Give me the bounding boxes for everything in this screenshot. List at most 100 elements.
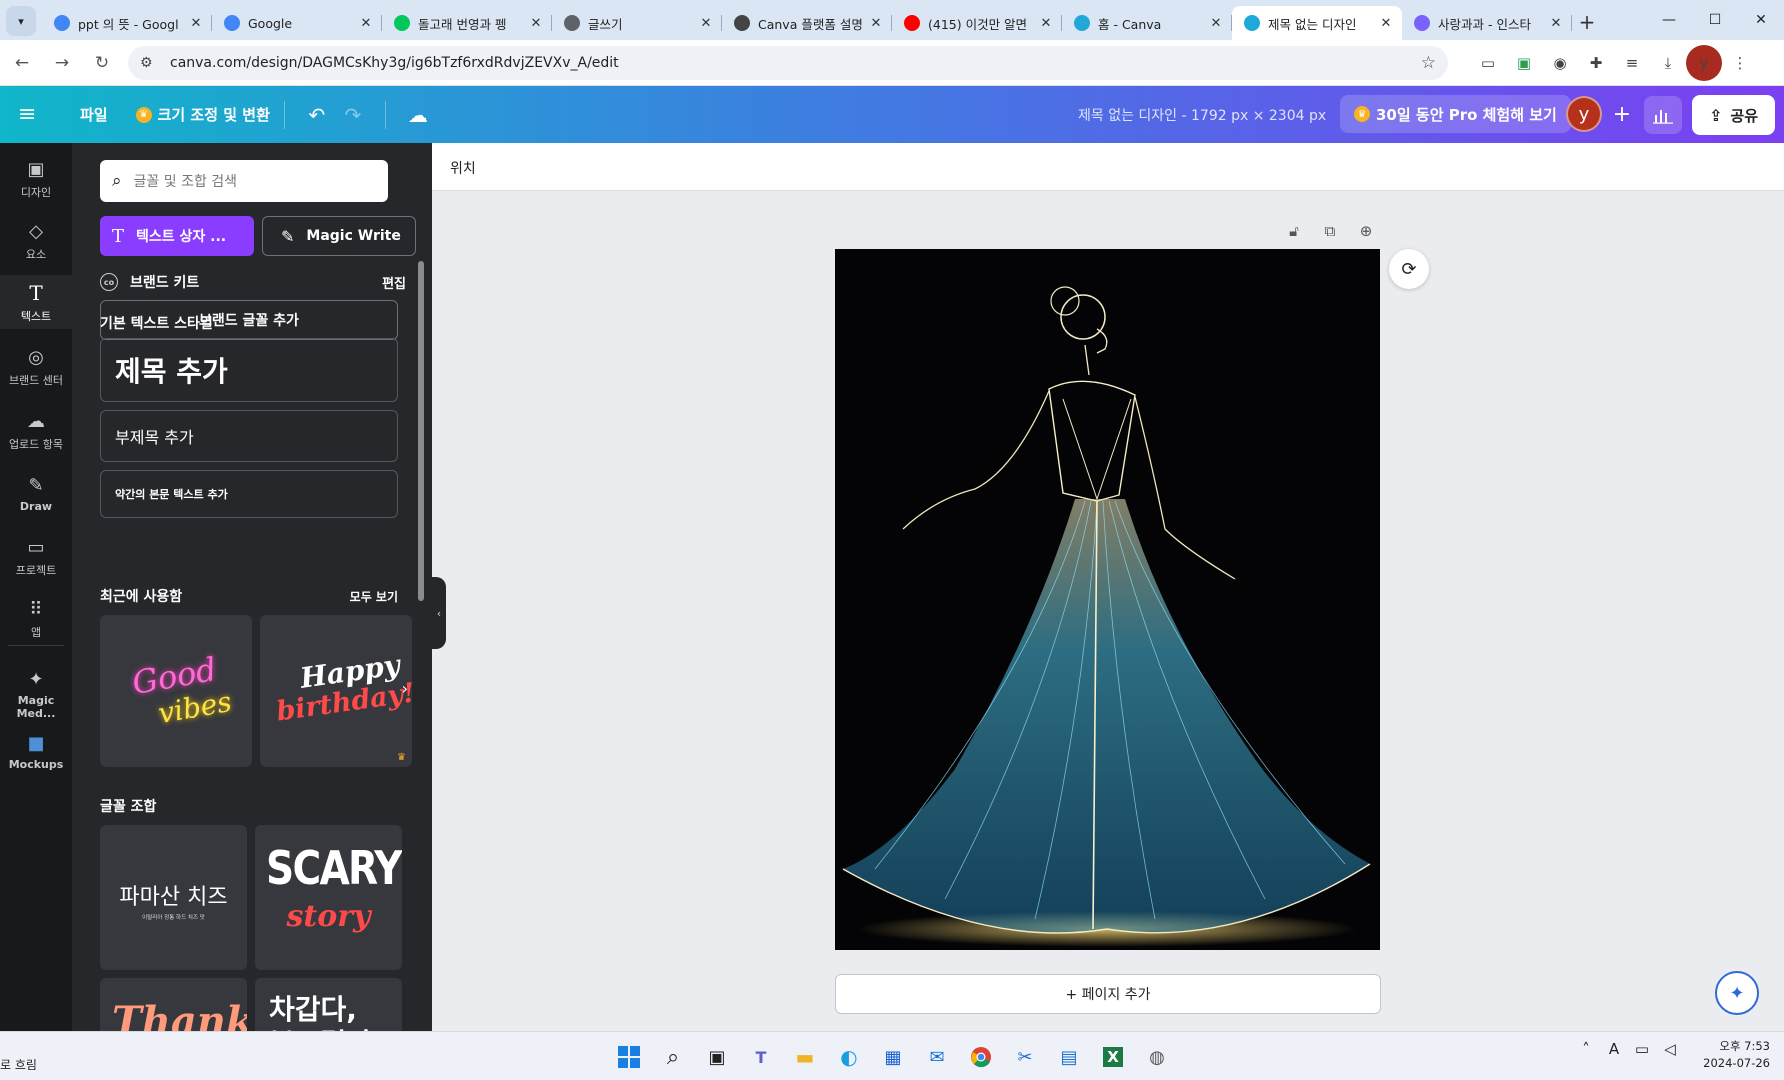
browser-tab[interactable]: Google ✕ (212, 6, 382, 40)
rail-item-design[interactable]: ▣ 디자인 (0, 157, 72, 200)
close-tab-icon[interactable]: ✕ (868, 16, 884, 31)
browser-tab[interactable]: ppt 의 뜻 - Googl ✕ (42, 6, 212, 40)
browser-tab[interactable]: (415) 이것만 알면 ✕ (892, 6, 1062, 40)
tray-chevron-up-icon[interactable]: ˄ (1572, 1040, 1600, 1058)
file-explorer-icon[interactable]: ▬ (783, 1040, 827, 1074)
combo-card-thank[interactable]: Thank (100, 978, 247, 1031)
brand-kit-edit-link[interactable]: 편집 (382, 273, 406, 292)
notepad-icon[interactable]: ▤ (1047, 1040, 1091, 1074)
windows-start-icon[interactable] (607, 1040, 651, 1074)
tab-search-button[interactable]: ▾ (6, 6, 36, 36)
browser-tab[interactable]: 글쓰기 ✕ (552, 6, 722, 40)
file-menu[interactable]: 파일 (80, 104, 108, 125)
edge-icon[interactable]: ◐ (827, 1040, 871, 1074)
close-tab-icon[interactable]: ✕ (358, 16, 374, 31)
magic-write-button[interactable]: ✎ Magic Write (262, 216, 416, 256)
browser-tab[interactable]: Canva 플랫폼 설명 ✕ (722, 6, 892, 40)
minimize-button[interactable]: — (1646, 0, 1692, 40)
duplicate-page-icon[interactable]: ⧉ (1312, 219, 1348, 243)
pro-trial-button[interactable]: ♛ 30일 동안 Pro 체험해 보기 (1340, 95, 1571, 133)
close-tab-icon[interactable]: ✕ (1548, 16, 1564, 31)
omnibox[interactable]: ⚙ canva.com/design/DAGMCsKhy3g/ig6bTzf6r… (128, 45, 1448, 80)
puzzle-icon[interactable]: ✚ (1578, 45, 1614, 81)
see-all-link[interactable]: 모두 보기 (350, 588, 398, 605)
forward-button[interactable]: → (44, 45, 80, 81)
combo-card-scary-story[interactable]: SCARY story (255, 825, 402, 970)
browser-tab[interactable]: 제목 없는 디자인 ✕ (1232, 6, 1402, 40)
share-button[interactable]: ⇪ 공유 (1692, 95, 1775, 135)
add-heading-button[interactable]: 제목 추가 (100, 338, 398, 402)
rail-item-elements[interactable]: ◇ 요소 (0, 219, 72, 262)
font-search-input[interactable]: ⌕ 글꼴 및 조합 검색 (100, 160, 388, 202)
camera-icon[interactable]: ◉ (1542, 45, 1578, 81)
app-globe-icon[interactable]: ◍ (1135, 1040, 1179, 1074)
add-textbox-button[interactable]: T 텍스트 상자 ... (100, 216, 254, 256)
ime-indicator-icon[interactable]: A (1600, 1040, 1628, 1058)
close-tab-icon[interactable]: ✕ (698, 16, 714, 31)
chevron-right-icon[interactable]: › (402, 679, 408, 698)
close-window-button[interactable]: ✕ (1738, 0, 1784, 40)
recent-card-happy-birthday[interactable]: Happy birthday! › ♛ (260, 615, 412, 767)
maximize-button[interactable]: ☐ (1692, 0, 1738, 40)
network-icon[interactable]: ▭ (1628, 1040, 1656, 1058)
add-page-button[interactable]: + 페이지 추가 (835, 974, 1381, 1014)
excel-icon[interactable]: X (1091, 1040, 1135, 1074)
browser-tab[interactable]: 사랑과과 - 인스타 ✕ (1402, 6, 1572, 40)
resize-button[interactable]: ♛ 크기 조정 및 변환 (135, 104, 270, 125)
insights-button[interactable] (1644, 96, 1682, 134)
design-artboard[interactable] (835, 249, 1380, 950)
system-clock[interactable]: 오후 7:53 2024-07-26 (1700, 1038, 1770, 1072)
invite-button[interactable]: + (1604, 96, 1640, 132)
back-button[interactable]: ← (4, 45, 40, 81)
store-icon[interactable]: ▦ (871, 1040, 915, 1074)
design-title[interactable]: 제목 없는 디자인 - 1792 px × 2304 px (1078, 105, 1326, 125)
chrome-icon[interactable] (959, 1040, 1003, 1074)
close-tab-icon[interactable]: ✕ (528, 16, 544, 31)
browser-tab[interactable]: 홈 - Canva ✕ (1062, 6, 1232, 40)
rail-item-magic-media[interactable]: ✦ Magic Med... (0, 667, 72, 721)
redo-button[interactable]: ↷ (335, 97, 371, 133)
rail-item-draw[interactable]: ✎ Draw (0, 473, 72, 514)
add-page-icon[interactable]: ⊕ (1348, 219, 1384, 243)
undo-button[interactable]: ↶ (299, 97, 335, 133)
position-button[interactable]: 위치 (450, 158, 476, 178)
rail-item-mockups[interactable]: ■ Mockups (0, 731, 72, 772)
site-info-icon[interactable]: ⚙ (140, 55, 160, 71)
regenerate-button[interactable]: ⟳ (1389, 249, 1429, 289)
lock-icon[interactable]: 🔓︎ (1276, 219, 1312, 243)
panel-scrollbar-thumb[interactable] (418, 261, 424, 601)
combo-card-cold[interactable]: 차갑다, 부드럽다 (255, 978, 402, 1031)
kebab-menu-icon[interactable]: ⋮ (1722, 45, 1758, 81)
profile-button[interactable]: y (1686, 44, 1722, 81)
search-icon[interactable]: ⌕ (651, 1040, 695, 1074)
magic-assistant-button[interactable]: ✦ (1715, 971, 1759, 1015)
close-tab-icon[interactable]: ✕ (1378, 16, 1394, 31)
cloud-save-button[interactable]: ☁ (400, 97, 436, 133)
menu-icon[interactable]: ≡ (18, 102, 58, 127)
weather-widget[interactable]: 로 흐림 (0, 1056, 37, 1073)
teams-icon[interactable]: T (739, 1040, 783, 1074)
rail-item-brand[interactable]: ◎ 브랜드 센터 (0, 345, 72, 388)
browser-tab[interactable]: 돌고래 번영과 펭 ✕ (382, 6, 552, 40)
reload-button[interactable]: ↻ (84, 45, 120, 81)
media-control-icon[interactable]: ≡ (1614, 45, 1650, 81)
add-body-text-button[interactable]: 약간의 본문 텍스트 추가 (100, 470, 398, 518)
close-tab-icon[interactable]: ✕ (1208, 16, 1224, 31)
rail-item-apps[interactable]: ⠿ 앱 (0, 597, 72, 640)
extension-green-icon[interactable]: ▣ (1506, 45, 1542, 81)
cast-icon[interactable]: ▭ (1470, 45, 1506, 81)
close-tab-icon[interactable]: ✕ (1038, 16, 1054, 31)
rail-item-text[interactable]: T 텍스트 (0, 275, 72, 329)
new-tab-button[interactable]: + (1572, 7, 1602, 37)
task-view-icon[interactable]: ▣ (695, 1040, 739, 1074)
combo-card-parmesan[interactable]: 파마산 치즈 이탈리아 정통 하드 치즈 맛 (100, 825, 247, 970)
url-text[interactable]: canva.com/design/DAGMCsKhy3g/ig6bTzf6rxd… (170, 55, 1421, 71)
recent-card-good-vibes[interactable]: Good vibes (100, 615, 252, 767)
close-tab-icon[interactable]: ✕ (188, 16, 204, 31)
user-avatar[interactable]: y (1566, 96, 1602, 132)
add-subheading-button[interactable]: 부제목 추가 (100, 410, 398, 462)
snipping-tool-icon[interactable]: ✂ (1003, 1040, 1047, 1074)
collapse-panel-button[interactable]: ‹ (432, 577, 446, 649)
volume-icon[interactable]: ◁ (1656, 1040, 1684, 1058)
rail-item-folder[interactable]: ▭ 프로젝트 (0, 535, 72, 578)
